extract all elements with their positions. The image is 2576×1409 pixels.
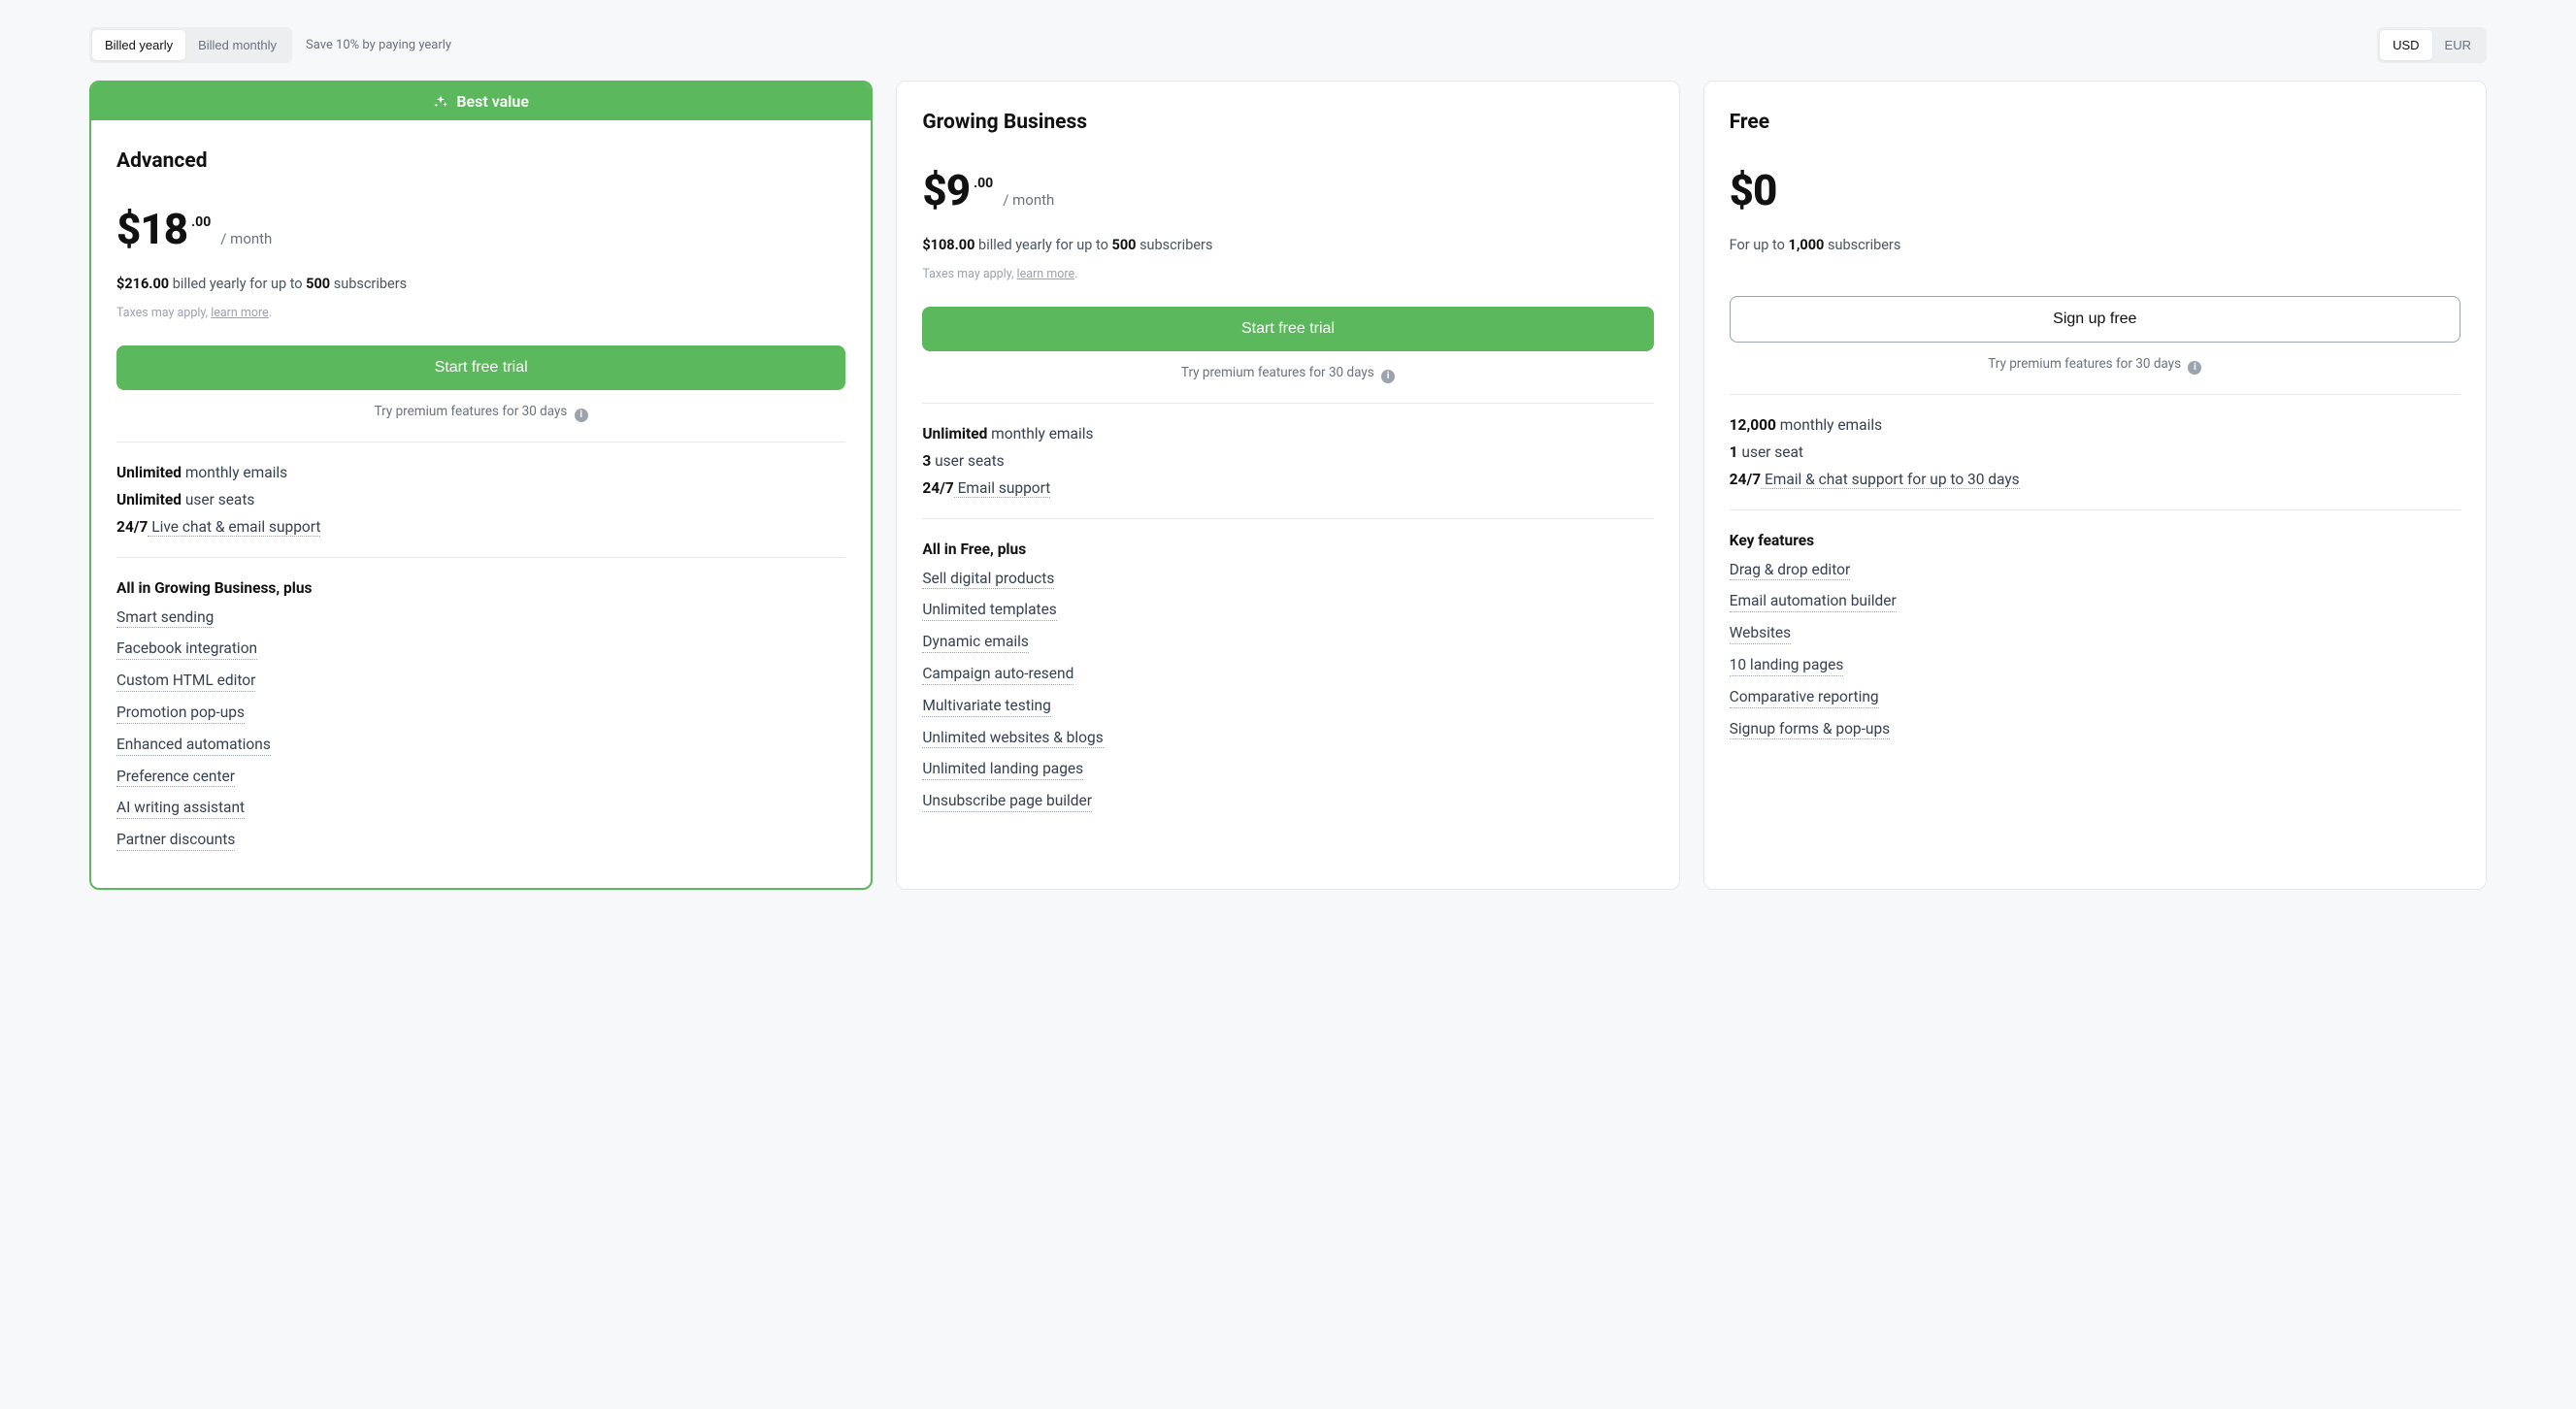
try-premium-line: Try premium features for 30 days i (1730, 356, 2460, 373)
info-icon[interactable]: i (575, 409, 588, 422)
price-row: $18 .00 / month (116, 204, 845, 254)
feature-item: Promotion pop-ups (116, 704, 245, 724)
info-icon[interactable]: i (2188, 361, 2201, 375)
feature-list: Drag & drop editor Email automation buil… (1730, 561, 2460, 752)
currency-toggle: USD EUR (2377, 27, 2487, 63)
plan-name: Growing Business (922, 111, 1653, 134)
billing-period-toggle: Billed yearly Billed monthly (89, 27, 292, 63)
plan-name: Free (1730, 111, 2460, 134)
core-feature: Unlimited user seats (116, 491, 845, 508)
info-icon[interactable]: i (1381, 370, 1395, 383)
price-period: / month (220, 230, 272, 247)
pricing-cards: Best value Advanced $18 .00 / month $216… (89, 81, 2487, 890)
feature-item: Partner discounts (116, 832, 235, 851)
billed-yearly-tab[interactable]: Billed yearly (92, 30, 185, 60)
sign-up-free-button[interactable]: Sign up free (1730, 296, 2460, 343)
core-feature: Unlimited monthly emails (116, 464, 845, 481)
plan-name: Advanced (116, 149, 845, 173)
tax-line: Taxes may apply, learn more. (116, 306, 845, 320)
feature-list: Sell digital products Unlimited template… (922, 570, 1653, 825)
core-feature: 24/7 Live chat & email support (116, 518, 845, 536)
currency-usd-tab[interactable]: USD (2380, 30, 2431, 60)
feature-section-head: All in Growing Business, plus (116, 579, 845, 597)
price-cents: .00 (191, 214, 211, 230)
try-premium-line: Try premium features for 30 days i (922, 365, 1653, 381)
feature-item: Email automation builder (1730, 593, 1897, 612)
billing-line: $216.00 billed yearly for up to 500 subs… (116, 276, 845, 292)
currency-eur-tab[interactable]: EUR (2432, 30, 2484, 60)
feature-list: Smart sending Facebook integration Custo… (116, 608, 845, 864)
core-feature: 1 user seat (1730, 443, 2460, 461)
sparkle-icon (433, 94, 448, 110)
price-main: $18 (116, 204, 187, 254)
feature-item: 10 landing pages (1730, 657, 1844, 676)
core-feature: 24/7 Email support (922, 479, 1653, 497)
price-period: / month (1003, 191, 1054, 209)
learn-more-link[interactable]: learn more (211, 306, 269, 320)
start-free-trial-button[interactable]: Start free trial (116, 345, 845, 390)
core-feature: Unlimited monthly emails (922, 425, 1653, 442)
feature-item: Sell digital products (922, 571, 1054, 590)
top-left-controls: Billed yearly Billed monthly Save 10% by… (89, 27, 451, 63)
feature-item: Comparative reporting (1730, 689, 1879, 708)
core-feature: 12,000 monthly emails (1730, 416, 2460, 434)
feature-item: Enhanced automations (116, 737, 271, 756)
divider (116, 557, 845, 558)
feature-item: Unlimited websites & blogs (922, 730, 1103, 749)
tax-line: Taxes may apply, learn more. (922, 267, 1653, 281)
feature-section-head: Key features (1730, 532, 2460, 549)
feature-item: Websites (1730, 625, 1792, 644)
plan-card-advanced: Best value Advanced $18 .00 / month $216… (89, 81, 873, 890)
plan-card-free: Free $0 For up to 1,000 subscribers Sign… (1703, 81, 2487, 890)
top-bar: Billed yearly Billed monthly Save 10% by… (89, 27, 2487, 63)
feature-item: Custom HTML editor (116, 672, 255, 692)
best-value-label: Best value (456, 92, 529, 111)
core-feature: 3 user seats (922, 452, 1653, 470)
feature-item: Unsubscribe page builder (922, 793, 1092, 812)
feature-item: Smart sending (116, 609, 214, 629)
plan-card-growing-business: Growing Business $9 .00 / month $108.00 … (896, 81, 1679, 890)
feature-item: Dynamic emails (922, 634, 1029, 653)
feature-item: Drag & drop editor (1730, 562, 1851, 581)
feature-section-head: All in Free, plus (922, 541, 1653, 558)
feature-item: Unlimited templates (922, 602, 1056, 621)
feature-item: AI writing assistant (116, 800, 245, 819)
price-row: $0 (1730, 165, 2460, 215)
divider (1730, 394, 2460, 395)
best-value-banner: Best value (91, 82, 871, 120)
divider (1730, 509, 2460, 510)
feature-item: Multivariate testing (922, 698, 1051, 717)
feature-item: Campaign auto-resend (922, 666, 1073, 685)
billing-line: $108.00 billed yearly for up to 500 subs… (922, 237, 1653, 253)
divider (922, 518, 1653, 519)
feature-item: Signup forms & pop-ups (1730, 721, 1891, 740)
billing-line: For up to 1,000 subscribers (1730, 237, 2460, 253)
price-main: $0 (1730, 165, 1777, 215)
try-premium-line: Try premium features for 30 days i (116, 404, 845, 420)
feature-item: Unlimited landing pages (922, 761, 1083, 780)
learn-more-link[interactable]: learn more (1017, 267, 1075, 281)
price-cents: .00 (974, 176, 993, 191)
feature-item: Preference center (116, 769, 235, 788)
billed-monthly-tab[interactable]: Billed monthly (185, 30, 289, 60)
price-row: $9 .00 / month (922, 165, 1653, 215)
start-free-trial-button[interactable]: Start free trial (922, 307, 1653, 351)
divider (922, 403, 1653, 404)
price-main: $9 (922, 165, 970, 215)
feature-item: Facebook integration (116, 640, 257, 660)
save-hint: Save 10% by paying yearly (306, 38, 451, 52)
core-feature: 24/7 Email & chat support for up to 30 d… (1730, 471, 2460, 488)
